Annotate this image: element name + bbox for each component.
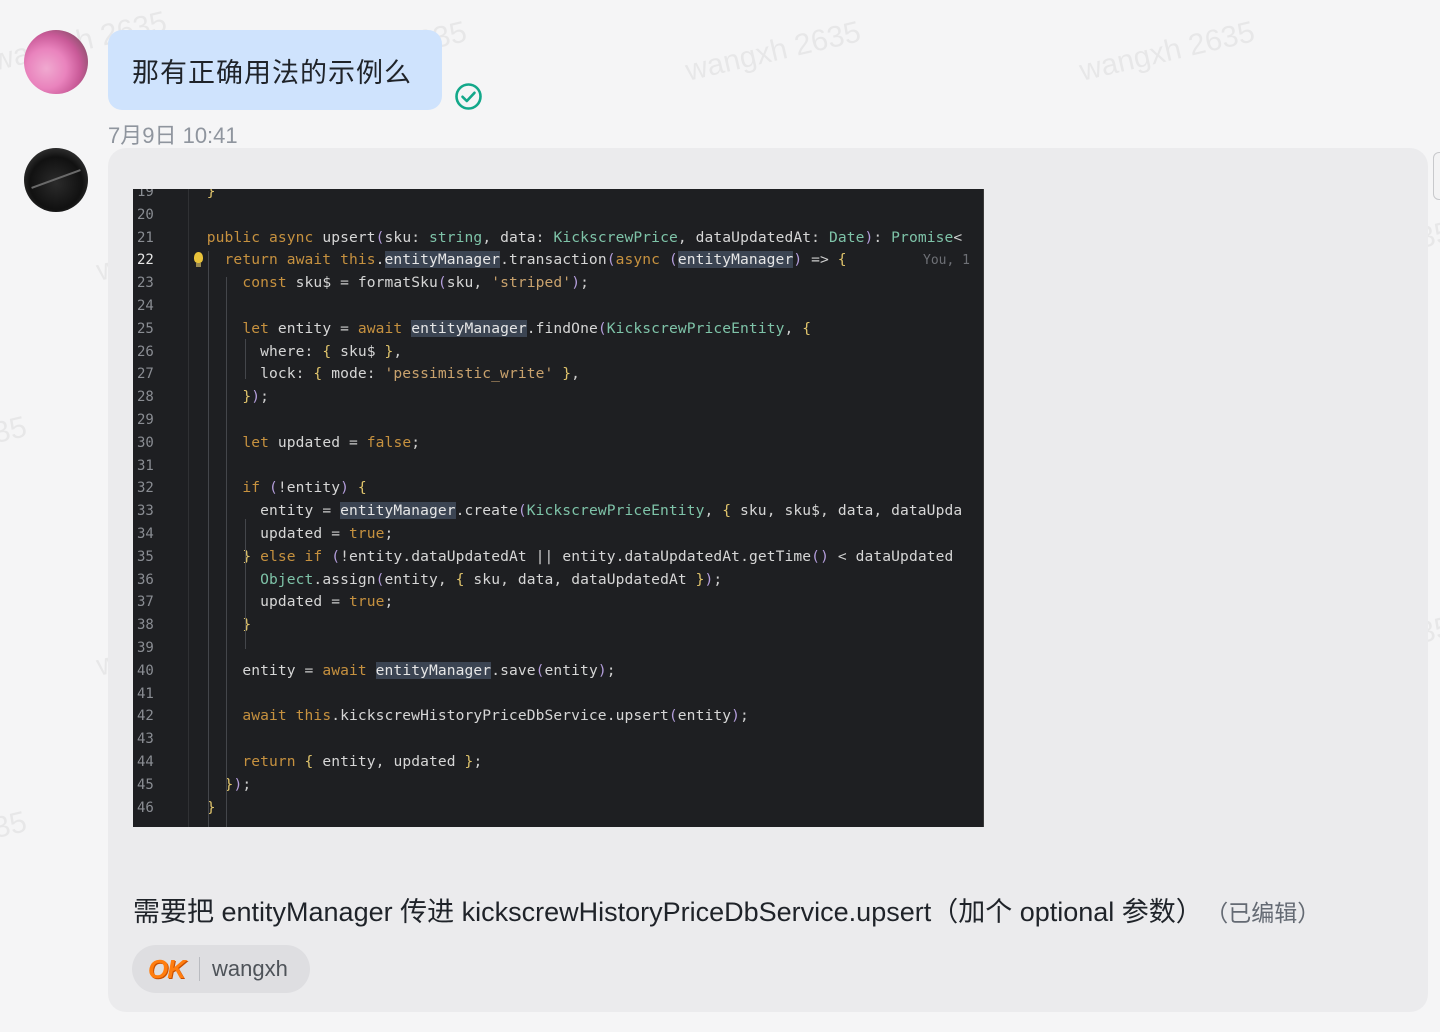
line-number: 36 [137,571,154,588]
replier-avatar[interactable] [24,148,88,212]
code-line: updated = true; [260,525,394,542]
line-number: 31 [137,457,154,474]
reaction-user: wangxh [212,956,288,981]
code-line: return { entity, updated }; [242,753,483,770]
code-line: entity = entityManager.create(KickscrewP… [260,502,963,520]
line-number: 25 [137,320,154,337]
watermark: wangxh 2635 [682,15,864,88]
watermark: wangxh 2635 [0,410,30,482]
code-line: } [242,616,252,634]
code-line: let entity = await entityManager.findOne… [242,319,812,337]
line-number: 26 [137,343,154,360]
message-timestamp: 7月9日 10:41 [108,123,238,148]
code-line: let updated = false; [242,433,421,451]
code-line: updated = true; [260,593,394,611]
line-number: 21 [137,229,154,246]
indent-guide [208,251,209,827]
code-line: }); [224,775,252,793]
code-line: entity = await entityManager.save(entity… [242,661,616,679]
code-line: const sku$ = formatSku(sku, 'striped'); [242,274,589,292]
watermark: wangxh 2635 [1076,15,1258,88]
side-panel-handle[interactable] [1433,152,1440,200]
line-number: 30 [137,434,154,451]
edited-tag: （已编辑） [1216,900,1321,926]
line-number: 20 [137,206,154,223]
code-line: }); [242,388,269,406]
reaction-divider [199,957,200,981]
user-avatar[interactable] [24,30,88,94]
line-number: 22 [137,252,154,269]
lightbulb-icon [194,252,203,267]
line-number: 28 [137,389,154,406]
read-check-icon [455,83,482,110]
code-line: await this.kickscrewHistoryPriceDbServic… [242,707,749,725]
line-number: 38 [137,617,154,634]
line-number: 42 [137,708,154,725]
message-text: 那有正确用法的示例么 [132,57,412,88]
line-number: 44 [137,754,154,770]
message-bubble-question[interactable]: 那有正确用法的示例么 [108,30,442,110]
line-number: 29 [137,412,154,428]
code-line: } [206,798,216,816]
line-number: 35 [137,548,154,565]
code-line: if (!entity) { [242,479,367,497]
line-number: 33 [137,503,154,520]
line-number: 41 [137,685,154,702]
code-line: } [206,189,216,200]
code-line: return await this.entityManager.transact… [224,251,847,269]
code-line: lock: { mode: 'pessimistic_write' }, [260,365,581,383]
line-number: 46 [137,799,154,816]
caption-text: 需要把 entityManager 传进 kickscrewHistoryPri… [133,897,1203,927]
code-line: where: { sku$ }, [260,342,403,360]
code-line: public async upsert(sku: string, data: K… [206,228,963,246]
line-number: 19 [137,189,154,200]
code-screenshot-image[interactable]: 19 } 20 21 public async upsert(sku: string… [133,189,984,827]
line-number: 34 [137,526,154,542]
line-number: 23 [137,275,154,292]
line-number: 37 [137,594,154,611]
indent-guide [245,519,246,599]
line-number: 39 [137,640,154,656]
line-number: 45 [137,776,154,793]
git-blame-hint: You, 1 [923,253,970,268]
watermark: wangxh 2635 [0,805,30,877]
line-number: 43 [137,731,154,748]
code-line: } else if (!entity.dataUpdatedAt || enti… [242,547,954,565]
reply-caption: 需要把 entityManager 传进 kickscrewHistoryPri… [133,890,1320,929]
line-number: 24 [137,298,154,314]
indent-guide [245,339,246,379]
line-number: 32 [137,480,154,497]
line-number: 40 [137,662,154,679]
line-number: 27 [137,366,154,383]
indent-guide [245,589,246,649]
code-line: Object.assign(entity, { sku, data, dataU… [260,570,723,588]
indent-guide [226,277,227,827]
ok-reaction-icon: OK [148,953,186,984]
reaction-chip[interactable]: OK wangxh [132,945,310,993]
